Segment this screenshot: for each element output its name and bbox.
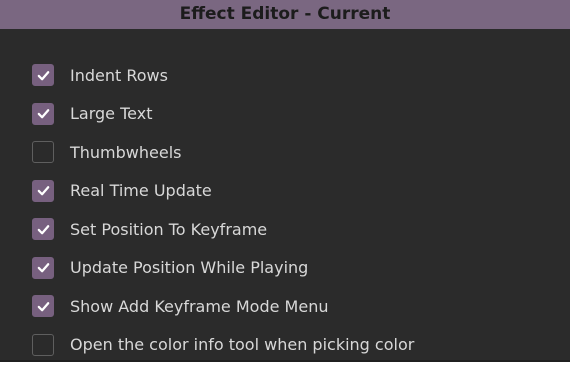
bottom-divider [0,360,570,362]
option-label: Set Position To Keyframe [70,219,268,239]
option-real-time-update[interactable]: Real Time Update [32,172,414,211]
option-label: Large Text [70,104,153,124]
check-icon [37,186,49,196]
option-set-position-to-keyframe[interactable]: Set Position To Keyframe [32,210,414,249]
thumbwheels-checkbox[interactable] [32,141,54,164]
option-large-text[interactable]: Large Text [32,95,414,134]
check-icon [37,224,49,235]
check-icon [37,301,49,312]
real-time-update-checkbox[interactable] [32,179,54,202]
set-position-to-keyframe-checkbox[interactable] [32,218,54,241]
update-position-while-playing-checkbox[interactable] [32,256,54,279]
option-label: Indent Rows [70,65,168,85]
option-indent-rows[interactable]: Indent Rows [32,56,414,95]
check-icon [37,263,49,273]
check-icon [37,70,49,81]
option-label: Thumbwheels [70,142,182,162]
indent-rows-checkbox[interactable] [32,64,54,87]
option-label: Update Position While Playing [70,258,309,278]
effect-editor-panel: Effect Editor - Current Indent Rows Larg… [0,0,570,362]
option-open-color-info-tool[interactable]: Open the color info tool when picking co… [32,326,414,365]
option-label: Open the color info tool when picking co… [70,335,415,355]
window-title: Effect Editor - Current [0,0,570,29]
large-text-checkbox[interactable] [32,102,54,125]
option-label: Show Add Keyframe Mode Menu [70,296,329,316]
option-thumbwheels[interactable]: Thumbwheels [32,133,414,172]
open-color-info-tool-checkbox[interactable] [32,333,54,356]
check-icon [37,109,49,119]
option-show-add-keyframe-mode-menu[interactable]: Show Add Keyframe Mode Menu [32,287,414,326]
option-update-position-while-playing[interactable]: Update Position While Playing [32,249,414,288]
options-list: Indent Rows Large Text Thumbwheels Real … [32,56,414,364]
show-add-keyframe-mode-menu-checkbox[interactable] [32,295,54,318]
option-label: Real Time Update [70,181,212,201]
